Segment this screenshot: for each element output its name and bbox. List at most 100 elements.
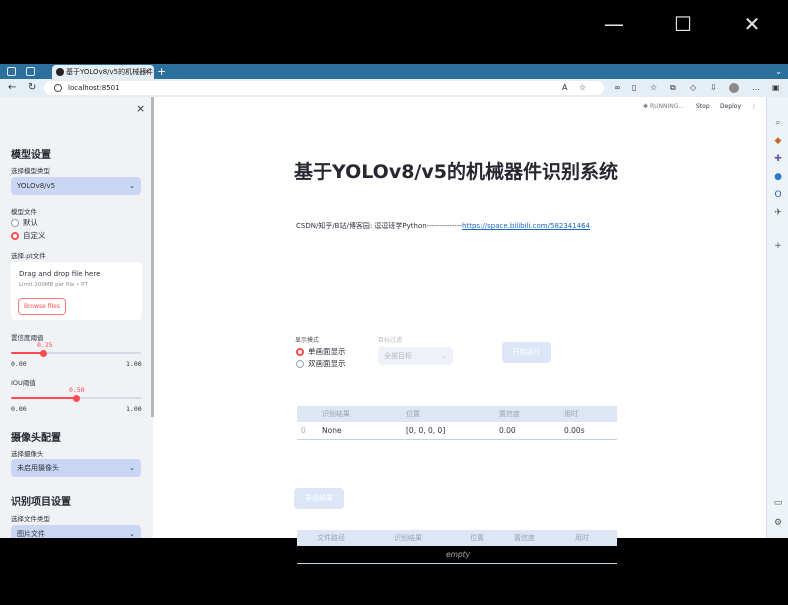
table-header: 识别结果 位置 置信度 用时 [297, 406, 617, 422]
search-icon[interactable]: ⌕ [772, 117, 784, 129]
extensions-icon[interactable]: ∞ [614, 82, 621, 94]
drop-icon[interactable]: ✈ [772, 207, 784, 219]
camera-section-title: 摄像头配置 [11, 433, 61, 444]
info-line: CSDN/知乎/B站/博客园: 逗逗班学Python--------------… [296, 221, 590, 231]
back-icon[interactable]: ← [8, 81, 16, 95]
games-icon[interactable]: ● [772, 171, 784, 183]
url-input[interactable]: localhost:8501 [44, 81, 604, 95]
downloads-icon[interactable]: ⇩ [710, 82, 717, 94]
iou-threshold-label: IOU阈值 [11, 379, 36, 387]
shield-icon[interactable]: ◇ [690, 82, 696, 94]
running-icon: ✱ [643, 103, 650, 110]
main-menu-icon[interactable]: ⋮ [751, 103, 757, 110]
display-mode-label: 显示模式 [295, 337, 320, 344]
running-text: RUNNING... [649, 103, 685, 110]
conf-max: 1.00 [126, 360, 142, 368]
iou-max: 1.00 [126, 405, 142, 413]
target-filter-select[interactable]: 全部目标 ⌄ [378, 347, 453, 365]
pt-file-label: 选择.pt文件 [11, 252, 46, 260]
results-table: 识别结果 位置 置信度 用时 0 None [0, 0, 0, 0] 0.00 … [297, 406, 617, 440]
project-section-title: 识别项目设置 [11, 497, 71, 508]
row-index: 0 [301, 426, 306, 435]
browse-files-button[interactable]: Browse files [18, 298, 66, 315]
bilibili-link[interactable]: https://space.bilibili.com/582341464 [462, 222, 590, 230]
browser-tab[interactable]: 基于YOLOv8/v5的机械器件识别 × [52, 65, 154, 79]
tools-icon[interactable]: ✚ [772, 153, 784, 165]
cell-result: None [322, 426, 342, 435]
sidebar-toggle-icon[interactable]: ▣ [772, 82, 780, 94]
stop-button[interactable]: Stop [696, 103, 710, 110]
col-header: 置信度 [499, 410, 520, 418]
chevron-down-icon: ⌄ [129, 530, 135, 538]
target-filter-value: 全部目标 [384, 352, 412, 360]
screen: — ☐ ✕ 基于YOLOv8/v5的机械器件识别 × + ⌄ ← ↻ local… [0, 0, 788, 605]
refresh-icon[interactable]: ↻ [28, 81, 36, 95]
maximize-icon[interactable]: ☐ [671, 12, 695, 36]
model-type-value: YOLOv8/v5 [17, 182, 56, 190]
col-header: 位置 [406, 410, 420, 418]
browser-window: 基于YOLOv8/v5的机械器件识别 × + ⌄ ← ↻ localhost:8… [0, 64, 788, 564]
uploader-title: Drag and drop file here [19, 270, 101, 278]
deploy-button[interactable]: Deploy [720, 103, 741, 110]
export-button[interactable]: 导出结果 [294, 488, 344, 509]
workspaces-icon[interactable] [7, 67, 16, 76]
tab-bar: 基于YOLOv8/v5的机械器件识别 × + ⌄ [0, 64, 788, 79]
shopping-icon[interactable]: ◆ [772, 135, 784, 147]
iou-slider-value: 0.50 [69, 386, 85, 394]
minimize-icon[interactable]: — [602, 12, 626, 36]
col-header: 识别结果 [322, 410, 350, 418]
radio-icon [296, 360, 304, 368]
add-icon[interactable]: + [772, 240, 784, 252]
conf-slider-thumb[interactable] [40, 349, 47, 357]
cell-time: 0.00s [564, 426, 585, 435]
radio-selected-icon [296, 348, 304, 356]
conf-min: 0.00 [11, 360, 27, 368]
model-type-select[interactable]: YOLOv8/v5 ⌄ [11, 177, 141, 195]
col-header: 文件路径 [317, 534, 345, 542]
model-section-title: 模型设置 [11, 150, 51, 161]
radio-label: 双画面显示 [308, 359, 346, 368]
chevron-down-icon[interactable]: ⌄ [775, 64, 782, 79]
close-icon[interactable]: ✕ [740, 12, 764, 36]
collections-icon[interactable]: ⧉ [670, 82, 676, 94]
start-button[interactable]: 开始运行 [502, 342, 551, 363]
url-text: localhost:8501 [68, 84, 120, 92]
camera-label: 选择摄像头 [11, 450, 44, 458]
radio-model-custom[interactable]: 自定义 [11, 231, 46, 240]
radio-dual-display[interactable]: 双画面显示 [296, 359, 346, 368]
sidebar-scrollbar[interactable] [151, 97, 154, 417]
profile-avatar[interactable] [729, 83, 739, 93]
gear-icon[interactable]: ⚙ [772, 517, 784, 529]
target-filter-label: 目标过滤 [378, 337, 403, 344]
conf-slider-value: 0.25 [37, 341, 53, 349]
col-header: 用时 [575, 534, 589, 542]
read-aloud-icon[interactable]: A [562, 82, 567, 94]
tab-actions-icon[interactable] [26, 67, 35, 76]
radio-single-display[interactable]: 单画面显示 [296, 347, 346, 356]
sidebar-close-icon[interactable]: × [136, 102, 145, 115]
radio-label: 默认 [23, 218, 38, 227]
iou-slider-thumb[interactable] [72, 394, 80, 402]
radio-model-default[interactable]: 默认 [11, 218, 38, 227]
col-header: 置信度 [514, 534, 535, 542]
conf-slider[interactable] [11, 349, 141, 357]
file-uploader[interactable]: Drag and drop file here Limit 200MB per … [11, 262, 142, 320]
split-screen-icon[interactable]: ▯ [632, 82, 636, 94]
address-bar-row: ← ↻ localhost:8501 A ☆ ∞ ▯ ☆ ⧉ ◇ ⇩ … ▣ [0, 79, 788, 97]
favorites-icon[interactable]: ☆ [650, 82, 657, 94]
screenshot-icon[interactable]: ▭ [772, 497, 784, 509]
filetype-select[interactable]: 图片文件 ⌄ [11, 525, 141, 538]
info-text: CSDN/知乎/B站/博客园: 逗逗班学Python-------------- [296, 222, 463, 230]
page-title: 基于YOLOv8/v5的机械器件识别系统 [294, 161, 618, 183]
model-file-label: 模型文件 [11, 208, 37, 216]
favorite-icon[interactable]: ☆ [579, 82, 586, 94]
new-tab-icon[interactable]: + [157, 64, 166, 79]
more-icon[interactable]: … [752, 82, 760, 94]
tab-close-icon[interactable]: × [144, 65, 151, 79]
conf-slider-fill [11, 352, 44, 354]
chevron-down-icon: ⌄ [441, 352, 447, 360]
iou-slider[interactable] [11, 394, 141, 402]
camera-select[interactable]: 未启用摄像头 ⌄ [11, 459, 141, 477]
camera-value: 未启用摄像头 [17, 464, 59, 472]
outlook-icon[interactable]: O [772, 189, 784, 201]
